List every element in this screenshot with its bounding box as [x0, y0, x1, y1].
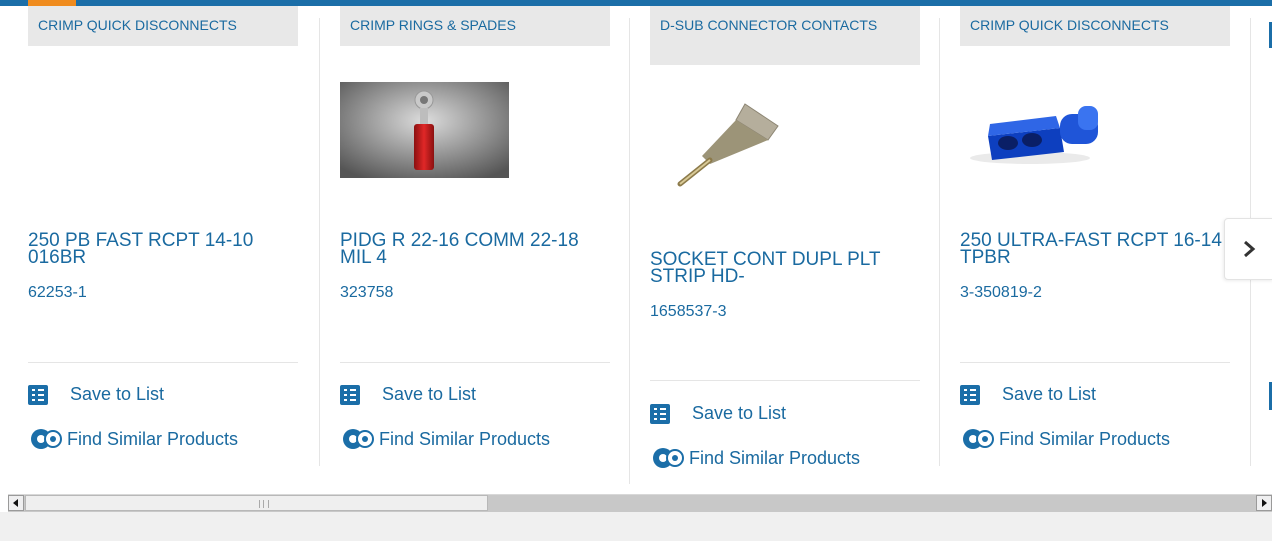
- card-separator: [340, 362, 610, 363]
- find-similar-button[interactable]: Find Similar Products: [340, 426, 550, 452]
- save-to-list-label: Save to List: [1002, 384, 1097, 404]
- part-number[interactable]: 323758: [340, 284, 393, 302]
- save-to-list-button[interactable]: Save to List: [340, 384, 476, 405]
- quick-disconnect-image: [970, 106, 1098, 164]
- product-category[interactable]: CRIMP QUICK DISCONNECTS: [960, 6, 1230, 46]
- save-to-list-label: Save to List: [692, 403, 787, 423]
- scrollbar-grip: [259, 500, 269, 508]
- find-similar-label: Find Similar Products: [999, 428, 1171, 449]
- checklist-icon: [650, 403, 670, 424]
- triangle-right-icon: [1262, 499, 1267, 507]
- page-footer-area: [0, 512, 1272, 541]
- product-card: CRIMP QUICK DISCONNECTS 250 ULTRA-FAST R…: [960, 6, 1240, 449]
- chevron-right-icon: [1244, 240, 1256, 258]
- carousel-next-button[interactable]: [1224, 218, 1272, 280]
- scrollbar-thumb[interactable]: [25, 495, 488, 511]
- part-number[interactable]: 62253-1: [28, 284, 87, 302]
- find-similar-button[interactable]: Find Similar Products: [650, 445, 860, 471]
- card-separator: [28, 362, 298, 363]
- gears-icon: [343, 429, 374, 449]
- product-image-placeholder[interactable]: [28, 82, 298, 182]
- checklist-icon: [340, 384, 360, 405]
- card-divider: [939, 18, 940, 466]
- save-to-list-button[interactable]: Save to List: [650, 403, 786, 424]
- card-divider: [319, 18, 320, 466]
- find-similar-button[interactable]: Find Similar Products: [960, 426, 1170, 452]
- card-separator: [650, 380, 920, 381]
- save-to-list-button[interactable]: Save to List: [28, 384, 164, 405]
- product-title[interactable]: 250 ULTRA-FAST RCPT 16-14 TPBR: [960, 231, 1230, 267]
- product-image[interactable]: [650, 94, 920, 194]
- part-number[interactable]: 3-350819-2: [960, 284, 1042, 302]
- ring-terminal-image: [340, 82, 509, 178]
- find-similar-label: Find Similar Products: [67, 428, 239, 449]
- scroll-left-arrow[interactable]: [8, 495, 24, 511]
- checklist-icon: [28, 384, 48, 405]
- horizontal-scrollbar[interactable]: [8, 494, 1272, 512]
- save-to-list-button[interactable]: Save to List: [960, 384, 1096, 405]
- part-number[interactable]: 1658537-3: [650, 303, 727, 321]
- scroll-right-arrow[interactable]: [1256, 495, 1272, 511]
- find-similar-label: Find Similar Products: [379, 428, 551, 449]
- gears-icon: [31, 429, 62, 449]
- product-image[interactable]: [340, 82, 610, 182]
- save-to-list-label: Save to List: [382, 384, 477, 404]
- gears-icon: [653, 448, 684, 468]
- find-similar-label: Find Similar Products: [689, 447, 861, 468]
- product-card: D-SUB CONNECTOR CONTACTS SOCKET CONT DUP…: [650, 6, 930, 468]
- triangle-left-icon: [13, 499, 18, 507]
- product-title[interactable]: 250 PB FAST RCPT 14-10 016BR: [28, 231, 298, 267]
- product-category[interactable]: CRIMP RINGS & SPADES: [340, 6, 610, 46]
- card-separator: [960, 362, 1230, 363]
- product-category[interactable]: D-SUB CONNECTOR CONTACTS: [650, 6, 920, 65]
- product-category[interactable]: CRIMP QUICK DISCONNECTS: [28, 6, 298, 46]
- product-title[interactable]: SOCKET CONT DUPL PLT STRIP HD-: [650, 250, 920, 286]
- product-title[interactable]: PIDG R 22-16 COMM 22-18 MIL 4: [340, 231, 610, 267]
- gears-icon: [963, 429, 994, 449]
- card-divider: [629, 18, 630, 484]
- find-similar-button[interactable]: Find Similar Products: [28, 426, 238, 452]
- save-to-list-label: Save to List: [70, 384, 165, 404]
- product-card: CRIMP QUICK DISCONNECTS 250 PB FAST RCPT…: [28, 6, 308, 449]
- checklist-icon: [960, 384, 980, 405]
- dsub-contact-image: [677, 103, 779, 187]
- product-image[interactable]: [960, 86, 1230, 186]
- product-card: CRIMP RINGS & SPADES PIDG R 22-16 COMM 2…: [340, 6, 620, 449]
